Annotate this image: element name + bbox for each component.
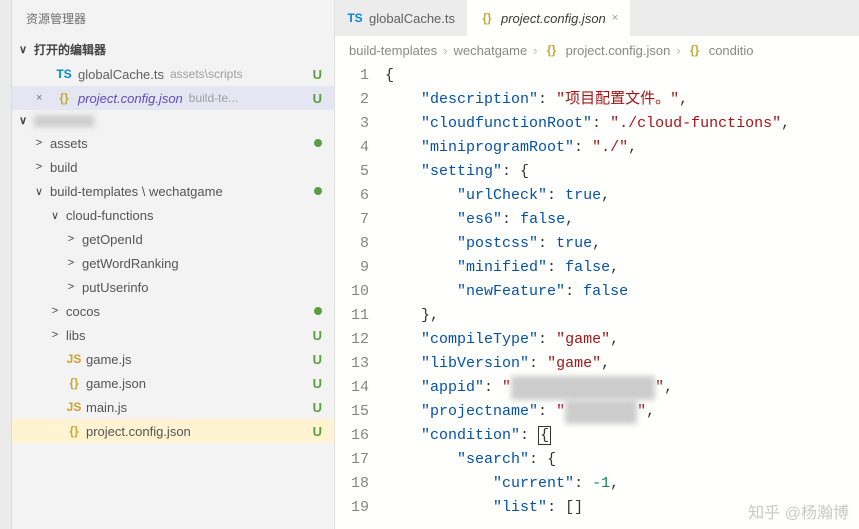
tree-item-getopenid[interactable]: > getOpenId [12,227,334,251]
file-dir: assets\scripts [170,67,243,81]
file-name: project.config.json [78,91,183,106]
watermark: 知乎 @杨瀚博 [748,499,849,523]
tree-item-main-js[interactable]: JS main.js U [12,395,334,419]
tree-item-assets[interactable]: > assets [12,131,334,155]
file-dir: build-te... [189,91,238,105]
folder-header[interactable]: ∨ xxxx [12,110,334,131]
editor-area: TS globalCache.ts {} project.config.json… [335,0,859,529]
open-editors-label: 打开的编辑器 [34,41,106,58]
tree-item-game-js[interactable]: JS game.js U [12,347,334,371]
file-icon: {} [66,376,82,390]
git-modified-dot [314,139,322,147]
git-modified-dot [314,307,322,315]
chevron-icon: > [32,161,46,173]
open-editors-header[interactable]: ∨ 打开的编辑器 [12,37,334,62]
chevron-icon: ∨ [48,209,62,222]
tree-label: libs [66,328,86,343]
file-icon: {} [66,424,82,438]
tree-item-putuserinfo[interactable]: > putUserinfo [12,275,334,299]
open-editor-globalcache[interactable]: TS globalCache.ts assets\scripts U [12,62,334,86]
json-icon: {} [56,91,72,105]
chevron-right-icon: › [533,43,537,58]
activity-bar [0,0,12,529]
chevron-down-icon: ∨ [16,114,30,127]
git-status: U [313,328,322,343]
chevron-icon: > [64,233,78,245]
tree-item-cloud-functions[interactable]: ∨ cloud-functions [12,203,334,227]
tree-item-cocos[interactable]: > cocos [12,299,334,323]
file-tree: > assets > build ∨ build-templates \ wechatga… [12,131,334,443]
tree-item-build[interactable]: > build [12,155,334,179]
sidebar: 资源管理器 ∨ 打开的编辑器 TS globalCache.ts assets\… [12,0,335,529]
tree-item-libs[interactable]: > libs U [12,323,334,347]
tree-label: game.json [86,376,146,391]
open-editor-project-config[interactable]: × {} project.config.json build-te... U [12,86,334,110]
tab-bar: TS globalCache.ts {} project.config.json… [335,0,859,36]
chevron-right-icon: › [443,43,447,58]
tree-label: getWordRanking [82,256,179,271]
git-modified-dot [314,187,322,195]
file-name: globalCache.ts [78,67,164,82]
tree-item-build-templates-wechatgame[interactable]: ∨ build-templates \ wechatgame [12,179,334,203]
tree-item-game-json[interactable]: {} game.json U [12,371,334,395]
code-editor[interactable]: 12345678910111213141516171819 { "descrip… [335,64,859,529]
close-icon[interactable]: × [36,92,50,104]
tree-item-project-config-json[interactable]: {} project.config.json U [12,419,334,443]
tree-label: game.js [86,352,132,367]
tab-label: globalCache.ts [369,11,455,26]
tree-label: main.js [86,400,127,415]
git-status: U [313,91,322,106]
git-status: U [313,67,322,82]
tree-item-getwordranking[interactable]: > getWordRanking [12,251,334,275]
explorer-title: 资源管理器 [12,0,334,37]
tab-project-config[interactable]: {} project.config.json × [467,0,630,36]
chevron-icon: > [32,137,46,149]
ts-icon: TS [347,11,363,25]
file-icon: JS [66,400,82,414]
git-status: U [313,400,322,415]
tree-label: build-templates \ wechatgame [50,184,223,199]
tree-label: getOpenId [82,232,143,247]
breadcrumb-part[interactable]: build-templates [349,43,437,58]
chevron-icon: > [64,281,78,293]
tab-label: project.config.json [501,11,606,26]
chevron-right-icon: › [676,43,680,58]
git-status: U [313,376,322,391]
breadcrumb-part[interactable]: project.config.json [566,43,671,58]
json-icon: {} [544,43,560,57]
line-gutter: 12345678910111213141516171819 [335,64,385,529]
tab-globalcache[interactable]: TS globalCache.ts [335,0,467,36]
chevron-icon: > [48,329,62,341]
git-status: U [313,424,322,439]
chevron-icon: > [48,305,62,317]
file-icon: JS [66,352,82,366]
tree-label: cocos [66,304,100,319]
git-status: U [313,352,322,367]
tree-label: assets [50,136,88,151]
breadcrumb-part[interactable]: wechatgame [454,43,528,58]
json-icon: {} [479,11,495,25]
tree-label: build [50,160,77,175]
chevron-icon: ∨ [32,185,46,198]
code-content[interactable]: { "description": "项目配置文件。", "cloudfuncti… [385,64,859,529]
tree-label: cloud-functions [66,208,153,223]
tree-label: project.config.json [86,424,191,439]
folder-name-redacted: xxxx [34,115,94,127]
tree-label: putUserinfo [82,280,148,295]
breadcrumb-part[interactable]: conditio [709,43,754,58]
breadcrumb[interactable]: build-templates › wechatgame › {} projec… [335,36,859,64]
json-icon: {} [687,43,703,57]
ts-icon: TS [56,67,72,81]
chevron-icon: > [64,257,78,269]
close-icon[interactable]: × [612,12,618,24]
chevron-down-icon: ∨ [16,43,30,56]
